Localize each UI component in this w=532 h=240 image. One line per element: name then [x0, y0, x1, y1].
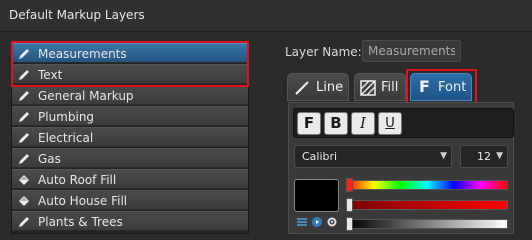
title-bar: Default Markup Layers [0, 0, 532, 32]
font-size-select[interactable]: 12 ▼ [460, 145, 508, 168]
hue-slider-thumb[interactable] [346, 178, 353, 192]
chevron-down-icon: ▼ [496, 151, 503, 161]
layer-item-gas[interactable]: Gas [12, 148, 248, 168]
sliders-icon[interactable] [296, 216, 308, 228]
layer-item-label: Plants & Trees [38, 215, 123, 229]
annotation-highlight-font-tab [406, 69, 477, 104]
tab-line-label: Line [316, 80, 344, 95]
fill-bucket-icon [19, 175, 29, 185]
pencil-icon [19, 154, 29, 164]
font-f-button[interactable]: F [297, 112, 321, 135]
color-swatch[interactable] [294, 179, 339, 212]
tab-fill[interactable]: Fill [354, 73, 406, 101]
layer-name-label: Layer Name: [285, 45, 362, 59]
pencil-icon [19, 112, 29, 122]
chevron-down-icon: ▼ [440, 151, 447, 161]
brightness-slider-thumb[interactable] [346, 217, 353, 231]
bold-button[interactable]: B [324, 112, 348, 135]
pencil-icon [19, 133, 29, 143]
layer-item-label: General Markup [38, 89, 134, 103]
layer-item-label: Auto House Fill [38, 194, 128, 208]
underline-button[interactable]: U [378, 112, 402, 135]
hue-slider[interactable] [346, 178, 508, 192]
pencil-icon [19, 91, 29, 101]
tab-fill-label: Fill [381, 80, 399, 95]
layer-item-label: Electrical [38, 131, 94, 145]
layer-item-electrical[interactable]: Electrical [12, 127, 248, 147]
layer-item-label: Gas [38, 152, 61, 166]
play-circle-icon[interactable] [311, 216, 323, 228]
gear-icon[interactable] [326, 216, 338, 228]
layer-item-plants-trees[interactable]: Plants & Trees [12, 211, 248, 231]
window-title: Default Markup Layers [9, 8, 145, 22]
alpha-slider[interactable] [346, 198, 508, 212]
line-icon [295, 81, 309, 95]
font-family-select[interactable]: Calibri ▼ [294, 145, 452, 168]
layer-item-label: Auto Roof Fill [38, 173, 117, 187]
alpha-slider-thumb[interactable] [346, 198, 353, 212]
layer-name-input[interactable] [362, 40, 461, 62]
layer-item-plumbing[interactable]: Plumbing [12, 106, 248, 126]
layer-item-general-markup[interactable]: General Markup [12, 85, 248, 105]
fill-bucket-icon [19, 196, 29, 206]
tab-line[interactable]: Line [287, 73, 349, 101]
italic-button[interactable]: I [351, 112, 375, 135]
brightness-slider[interactable] [346, 217, 508, 231]
layer-item-auto-roof-fill[interactable]: Auto Roof Fill [12, 169, 248, 189]
layer-item-auto-house-fill[interactable]: Auto House Fill [12, 190, 248, 210]
pencil-icon [19, 217, 29, 227]
annotation-highlight-layers [11, 41, 249, 87]
font-family-value: Calibri [302, 150, 338, 163]
hatch-fill-icon [360, 80, 376, 96]
layer-item-label: Plumbing [38, 110, 95, 124]
font-size-value: 12 [477, 150, 491, 163]
